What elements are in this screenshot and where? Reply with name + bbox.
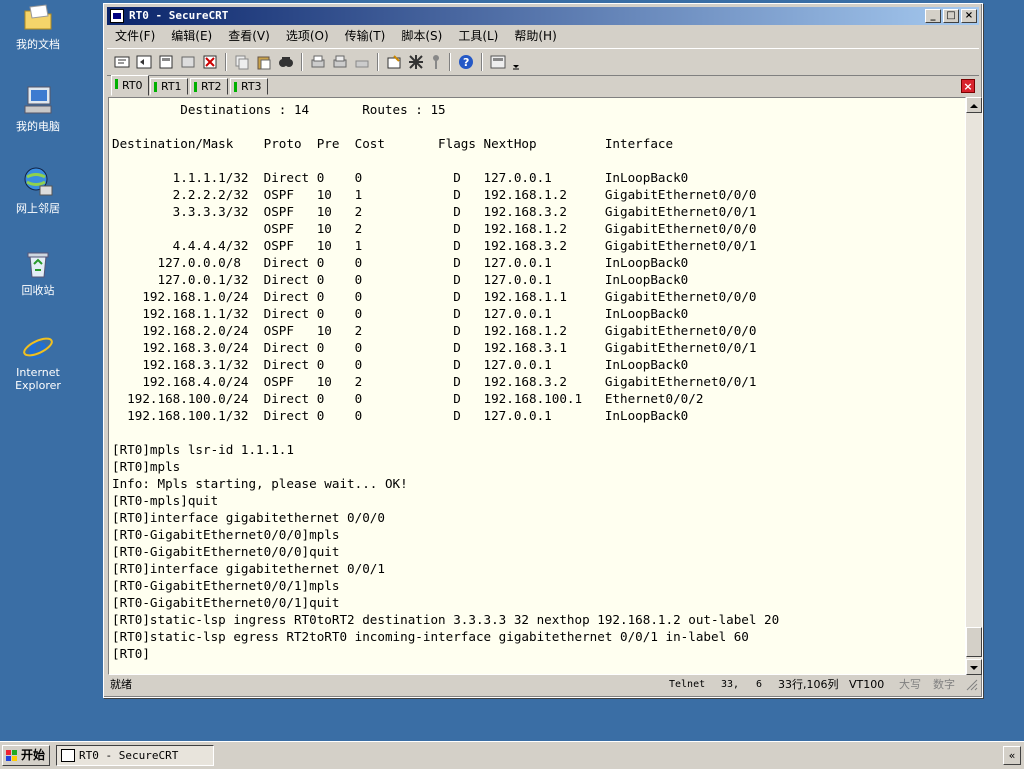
terminal-output: Destinations : 14 Routes : 15 Destinatio… (112, 102, 780, 661)
status-caps: 大写 (899, 678, 921, 691)
internet-explorer-icon: e (22, 330, 54, 366)
menu-script[interactable]: 脚本(S) (393, 26, 450, 44)
print-selection-icon[interactable] (331, 53, 349, 71)
connected-indicator-icon (234, 82, 237, 92)
toolbar-separator (449, 53, 451, 71)
svg-text:?: ? (463, 56, 469, 69)
sftp-icon[interactable] (489, 53, 507, 71)
start-button[interactable]: 开始 (2, 745, 50, 766)
print-setup-icon[interactable] (353, 53, 371, 71)
desktop-icon-label: Internet Explorer (15, 366, 61, 392)
vertical-scrollbar[interactable] (966, 97, 982, 675)
toolbar-separator (225, 53, 227, 71)
scroll-up-button[interactable] (966, 97, 982, 113)
tab-rt1[interactable]: RT1 (150, 78, 188, 95)
desktop-icon-label: 我的电脑 (16, 120, 60, 133)
desktop-icon-label: 网上邻居 (16, 202, 60, 215)
toolbar-chevron-icon[interactable] (511, 53, 521, 71)
status-protocol: Telnet (669, 679, 706, 690)
app-icon (110, 9, 124, 23)
menu-file[interactable]: 文件(F) (107, 26, 163, 44)
menu-view[interactable]: 查看(V) (220, 26, 278, 44)
keymap-icon[interactable] (427, 53, 445, 71)
resize-grip-icon[interactable] (966, 679, 978, 691)
reconnect-icon[interactable] (179, 53, 197, 71)
tab-label: RT1 (161, 80, 182, 93)
taskbar: 开始 RT0 - SecureCRT « (0, 741, 1024, 769)
print-icon[interactable] (309, 53, 327, 71)
scroll-down-button[interactable] (966, 659, 982, 675)
window-title: RT0 - SecureCRT (129, 9, 229, 22)
title-bar[interactable]: RT0 - SecureCRT _ □ × (107, 7, 979, 25)
securecrt-window: RT0 - SecureCRT _ □ × 文件(F) 编辑(E) 查看(V) 选项(… (103, 3, 983, 698)
tab-rt0[interactable]: RT0 (111, 75, 149, 96)
quick-connect-icon[interactable] (135, 53, 153, 71)
desktop-icon-my-computer[interactable]: 我的电脑 (0, 84, 76, 133)
menu-edit[interactable]: 编辑(E) (163, 26, 220, 44)
copy-icon[interactable] (233, 53, 251, 71)
status-col: 6 (756, 679, 763, 690)
terminal-area[interactable]: Destinations : 14 Routes : 15 Destinatio… (108, 97, 966, 675)
taskbar-item-label: RT0 - SecureCRT (79, 749, 179, 762)
scroll-thumb[interactable] (966, 627, 982, 657)
connected-indicator-icon (154, 82, 157, 92)
menu-help[interactable]: 帮助(H) (506, 26, 564, 44)
session-tabs: RT0 RT1 RT2 RT3 × (107, 75, 979, 97)
desktop-icon-my-documents[interactable]: 我的文档 (0, 2, 76, 51)
desktop-icon-label: 我的文档 (16, 38, 60, 51)
connected-indicator-icon (115, 79, 118, 89)
toolbar-separator (377, 53, 379, 71)
session-options-icon[interactable] (385, 53, 403, 71)
toolbar: ? (107, 48, 979, 76)
menu-tools[interactable]: 工具(L) (450, 26, 506, 44)
paste-icon[interactable] (255, 53, 273, 71)
desktop-icon-internet-explorer[interactable]: e Internet Explorer (0, 330, 76, 392)
global-options-icon[interactable] (407, 53, 425, 71)
menu-options[interactable]: 选项(O) (278, 26, 337, 44)
status-emulation: VT100 (849, 678, 885, 691)
taskbar-item-securecrt[interactable]: RT0 - SecureCRT (56, 745, 214, 766)
menu-transfer[interactable]: 传输(T) (337, 26, 394, 44)
status-num: 数字 (933, 678, 955, 691)
maximize-button[interactable]: □ (943, 9, 959, 23)
tab-label: RT2 (201, 80, 222, 93)
toolbar-separator (301, 53, 303, 71)
desktop-icon-recycle-bin[interactable]: 回收站 (0, 248, 76, 297)
start-label: 开始 (21, 748, 46, 762)
network-icon (22, 166, 54, 198)
help-icon[interactable]: ? (457, 53, 475, 71)
windows-logo-icon (6, 749, 18, 761)
computer-icon (22, 84, 54, 116)
disconnect-icon[interactable] (201, 53, 219, 71)
close-tab-button[interactable]: × (961, 79, 975, 93)
tab-rt2[interactable]: RT2 (190, 78, 228, 95)
menu-bar: 文件(F) 编辑(E) 查看(V) 选项(O) 传输(T) 脚本(S) 工具(L) 帮助(H) (107, 26, 979, 46)
securecrt-icon (61, 749, 75, 762)
connect-icon[interactable] (113, 53, 131, 71)
tab-label: RT0 (122, 79, 143, 92)
tray-expand-button[interactable]: « (1003, 746, 1021, 765)
desktop-icon-network[interactable]: 网上邻居 (0, 166, 76, 215)
tab-label: RT3 (241, 80, 262, 93)
minimize-button[interactable]: _ (925, 9, 941, 23)
tab-rt3[interactable]: RT3 (230, 78, 268, 95)
recycle-bin-icon (22, 248, 54, 280)
status-ready: 就绪 (110, 678, 132, 691)
desktop-icon-label: 回收站 (21, 284, 55, 297)
find-icon[interactable] (277, 53, 295, 71)
status-bar: 就绪 Telnet 33, 6 33行,106列 VT100 大写 数字 (107, 676, 979, 694)
connected-indicator-icon (194, 82, 197, 92)
connect-tab-icon[interactable] (157, 53, 175, 71)
toolbar-separator (481, 53, 483, 71)
svg-text:e: e (28, 331, 47, 362)
folder-icon (22, 2, 54, 34)
status-row: 33, (721, 679, 740, 690)
status-size: 33行,106列 (778, 678, 839, 691)
close-button[interactable]: × (961, 9, 977, 23)
